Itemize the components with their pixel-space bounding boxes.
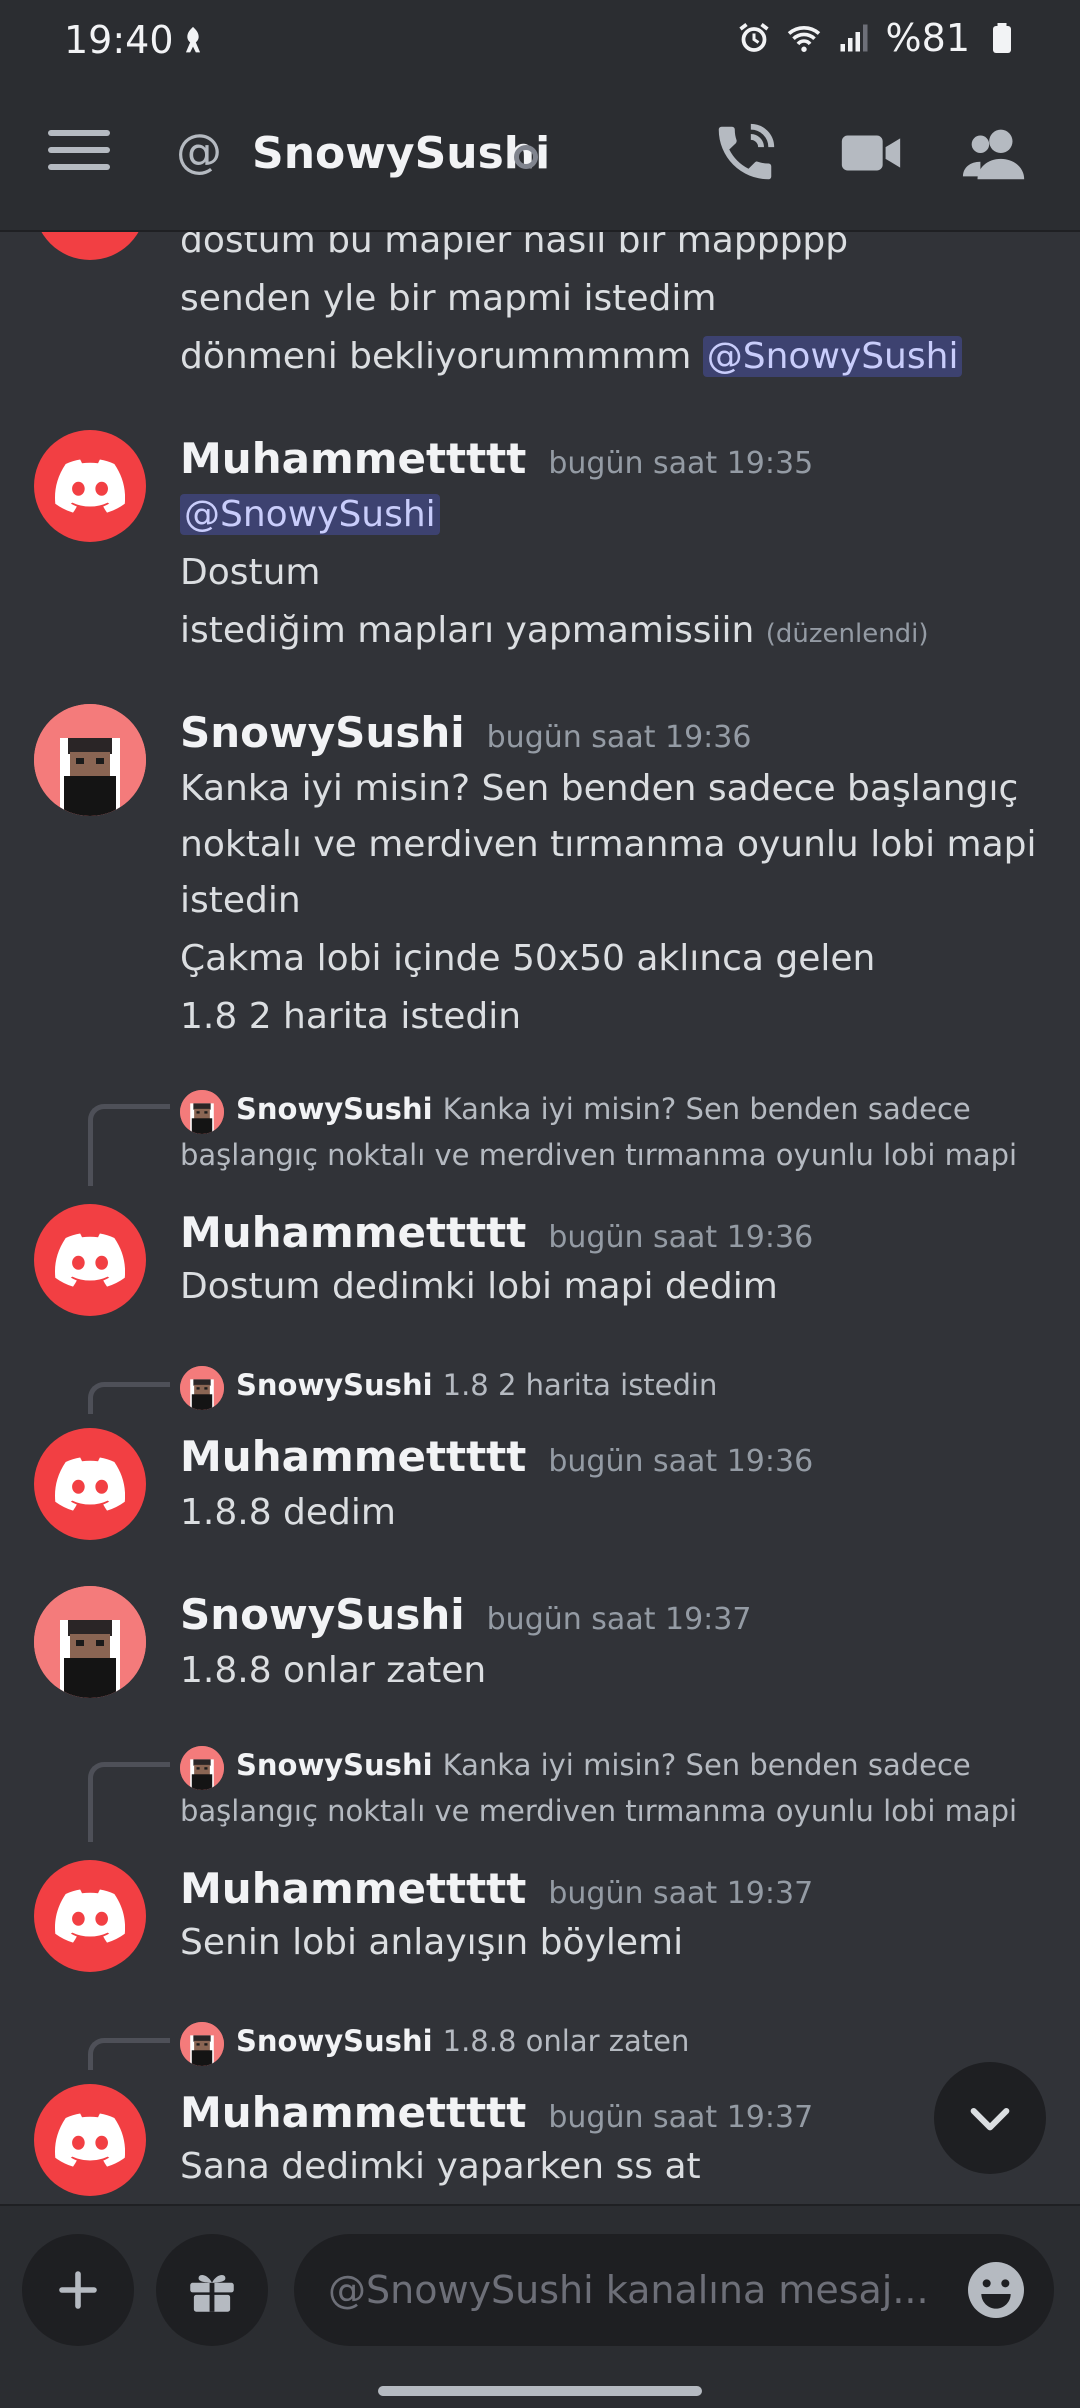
add-attachment-button[interactable] (22, 2234, 134, 2346)
reply-author[interactable]: SnowySushi 1.8.8 onlar zaten (236, 2024, 689, 2058)
battery-icon (993, 23, 1011, 53)
message-text: noktalı ve merdiven tırmanma oyunlu lobi… (180, 824, 1037, 865)
reply-connector (88, 1104, 170, 1186)
plus-icon (59, 2271, 97, 2309)
message-text: 1.8.8 dedim (180, 1492, 396, 1533)
alarm-icon (738, 23, 769, 52)
message-timestamp: bugün saat 19:35 (548, 446, 814, 481)
message-input[interactable] (294, 2234, 1054, 2346)
discord-logo-icon (55, 1233, 125, 1287)
message-timestamp: bugün saat 19:36 (548, 1444, 814, 1479)
reply-connector (88, 2038, 170, 2070)
message-author[interactable]: Muhammettttt bugün saat 19:37 (180, 1864, 813, 1913)
message-author[interactable]: Muhammettttt bugün saat 19:36 (180, 1432, 813, 1481)
message-author[interactable]: SnowySushi bugün saat 19:37 (180, 1590, 751, 1639)
reply-preview[interactable]: 1.8 2 harita istedin (443, 1368, 718, 1402)
message-timestamp: bugün saat 19:36 (548, 1220, 814, 1255)
message-author[interactable]: Muhammettttt bugün saat 19:37 (180, 2088, 813, 2137)
phone-call-icon[interactable] (710, 118, 780, 188)
reply-avatar (180, 1366, 224, 1410)
message-timestamp: bugün saat 19:37 (486, 1602, 752, 1637)
reply-avatar (180, 1090, 224, 1134)
members-icon[interactable] (960, 118, 1030, 188)
notification-app-icon (185, 26, 201, 53)
reply-author[interactable]: SnowySushi Kanka iyi misin? Sen benden s… (236, 1092, 971, 1126)
gift-button[interactable] (156, 2234, 268, 2346)
hamburger-icon[interactable] (48, 130, 110, 174)
reply-preview[interactable]: Kanka iyi misin? Sen benden sadece (443, 1092, 971, 1126)
discord-logo-icon (55, 459, 125, 513)
message-text: Sana dedimki yaparken ss at (180, 2146, 701, 2187)
wifi-icon (787, 26, 820, 52)
avatar[interactable] (34, 1204, 146, 1316)
message-timestamp: bugün saat 19:36 (486, 720, 752, 755)
message-author[interactable]: SnowySushi bugün saat 19:36 (180, 708, 751, 757)
message-text: 1.8.8 onlar zaten (180, 1650, 487, 1691)
reply-preview[interactable]: 1.8.8 onlar zaten (443, 2024, 690, 2058)
message-timestamp: bugün saat 19:37 (548, 1876, 814, 1911)
message-text: dostum bu mapler nasıl bir mappppp (180, 232, 849, 261)
avatar[interactable] (34, 704, 146, 816)
message-text: 1.8 2 harita istedin (180, 996, 522, 1037)
message-text: Senin lobi anlayışın böylemi (180, 1922, 684, 1963)
avatar[interactable] (34, 1428, 146, 1540)
jump-to-bottom-button[interactable] (934, 2062, 1046, 2174)
user-mention[interactable]: @SnowySushi (180, 494, 440, 535)
user-avatar-image (34, 1586, 146, 1698)
message-list[interactable]: dostum bu mapler nasıl bir mappppp sende… (0, 232, 1080, 2204)
message-timestamp: bugün saat 19:37 (548, 2100, 814, 2135)
message-text: dönmeni bekliyorummmmm @SnowySushi (180, 336, 963, 377)
message-author[interactable]: Muhammettttt bugün saat 19:35 (180, 434, 813, 483)
reply-connector (88, 1762, 170, 1842)
message-text: senden yle bir mapmi istedim (180, 278, 717, 319)
user-mention[interactable]: @SnowySushi (702, 336, 963, 377)
status-time: 19:40 (64, 18, 174, 62)
reply-author[interactable]: SnowySushi Kanka iyi misin? Sen benden s… (236, 1748, 971, 1782)
at-sign-icon: @ (176, 124, 222, 178)
user-avatar-image (34, 704, 146, 816)
avatar[interactable] (34, 2084, 146, 2196)
reply-preview[interactable]: başlangıç noktalı ve merdiven tırmanma o… (180, 1138, 1017, 1172)
status-indicators: %81 (736, 16, 1020, 60)
video-camera-icon[interactable] (836, 118, 906, 188)
gift-icon (190, 2274, 234, 2312)
message-text: Dostum (180, 552, 321, 593)
reply-preview[interactable]: başlangıç noktalı ve merdiven tırmanma o… (180, 1794, 1017, 1828)
message-text: istediğim mapları yapmamissiin (düzenlen… (180, 610, 929, 651)
top-bar: 19:40 %81 @ SnowySushi (0, 0, 1080, 232)
discord-logo-icon (55, 1889, 125, 1943)
avatar[interactable] (34, 430, 146, 542)
reply-avatar (180, 2022, 224, 2066)
message-text: @SnowySushi (180, 494, 440, 535)
reply-connector (88, 1382, 170, 1414)
discord-logo-icon (55, 2113, 125, 2167)
message-composer (0, 2204, 1080, 2408)
avatar[interactable] (34, 1860, 146, 1972)
reply-avatar (180, 1746, 224, 1790)
offline-status-icon (514, 145, 538, 169)
message-text: Dostum dedimki lobi mapi dedim (180, 1266, 778, 1307)
message-text: Çakma lobi içinde 50x50 aklınca gelen (180, 938, 876, 979)
navigation-gesture-bar[interactable] (378, 2386, 702, 2396)
edited-label: (düzenlendi) (765, 619, 929, 649)
message-text: istedin (180, 880, 301, 921)
battery-level: %81 (885, 16, 970, 60)
dm-screen: 19:40 %81 @ SnowySushi dostum bu mapler … (0, 0, 1080, 2408)
discord-logo-icon (55, 1457, 125, 1511)
reply-author[interactable]: SnowySushi 1.8 2 harita istedin (236, 1368, 717, 1402)
emoji-icon[interactable] (964, 2258, 1028, 2322)
channel-title[interactable]: SnowySushi (252, 128, 550, 179)
chevron-down-icon (970, 2107, 1010, 2131)
message-text: Kanka iyi misin? Sen benden sadece başla… (180, 768, 1019, 809)
reply-preview[interactable]: Kanka iyi misin? Sen benden sadece (443, 1748, 971, 1782)
avatar[interactable] (34, 232, 146, 260)
message-author[interactable]: Muhammettttt bugün saat 19:36 (180, 1208, 813, 1257)
signal-icon (840, 24, 868, 52)
avatar[interactable] (34, 1586, 146, 1698)
